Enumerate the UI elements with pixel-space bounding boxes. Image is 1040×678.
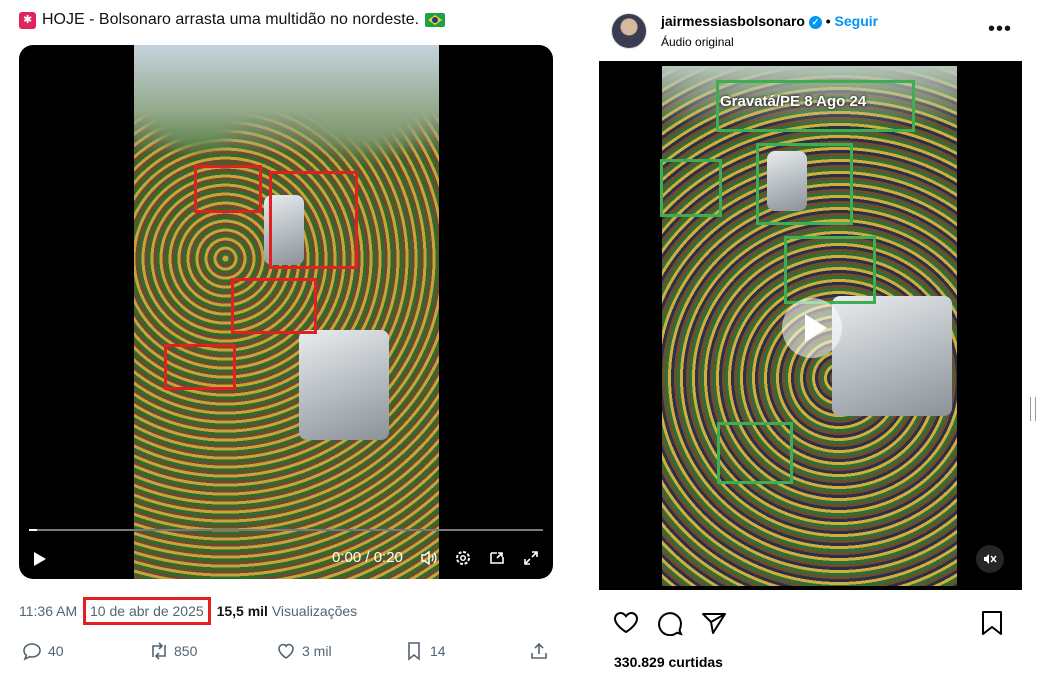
bookmark-button[interactable]: 14	[404, 641, 446, 661]
reply-count: 40	[48, 643, 64, 659]
verified-icon: ✓	[808, 16, 822, 29]
repost-button[interactable]: 850	[148, 641, 197, 661]
instagram-post: jairmessiasbolsonaro ✓ • Seguir Áudio or…	[599, 0, 1022, 678]
bookmark-count: 14	[430, 643, 446, 659]
repost-count: 850	[174, 643, 198, 659]
siren-icon	[19, 11, 36, 29]
reply-icon	[22, 641, 42, 661]
like-count: 3 mil	[302, 643, 332, 659]
highlight-box	[269, 171, 358, 269]
post-title: HOJE - Bolsonaro arrasta uma multidão no…	[19, 11, 446, 29]
reply-button[interactable]: 40	[22, 641, 64, 661]
ig-action-bar	[613, 610, 727, 641]
car-shape	[832, 296, 952, 416]
highlight-box	[784, 236, 876, 304]
highlight-box	[717, 422, 793, 484]
post-title-text: HOJE - Bolsonaro arrasta uma multidão no…	[42, 11, 420, 28]
post-date[interactable]: 10 de abr de 2025	[83, 597, 211, 625]
progress-fill	[29, 529, 37, 531]
highlight-box	[164, 344, 236, 390]
repost-icon	[148, 641, 168, 661]
brazil-flag-icon	[425, 13, 446, 27]
play-icon[interactable]	[782, 298, 842, 358]
video-controls: 0:00 / 0:20	[19, 539, 553, 579]
comment-icon[interactable]	[657, 610, 683, 641]
share-button[interactable]	[529, 641, 549, 661]
avatar[interactable]	[611, 13, 647, 49]
more-options-icon[interactable]: •••	[988, 18, 1012, 41]
video-time: 0:00 / 0:20	[332, 549, 403, 566]
separator-dot: •	[825, 13, 831, 29]
highlight-box	[716, 80, 915, 132]
like-button[interactable]: 3 mil	[276, 641, 332, 661]
ig-header-line: jairmessiasbolsonaro ✓ • Seguir	[661, 13, 878, 29]
splitter-handle[interactable]	[1030, 397, 1036, 421]
fullscreen-icon[interactable]	[521, 549, 541, 572]
audio-label[interactable]: Áudio original	[661, 35, 734, 49]
video-player[interactable]: 0:00 / 0:20	[19, 45, 553, 579]
save-icon[interactable]	[981, 610, 1003, 641]
highlight-box	[231, 278, 317, 334]
post-meta: 11:36 AM 10 de abr de 2025 15,5 mil Visu…	[19, 597, 357, 625]
heart-icon	[276, 641, 296, 661]
heart-icon[interactable]	[613, 611, 639, 640]
bookmark-icon	[404, 641, 424, 661]
share-icon[interactable]	[701, 611, 727, 640]
play-icon[interactable]	[34, 552, 46, 566]
ig-likes-count[interactable]: 330.829 curtidas	[614, 654, 723, 670]
ig-username[interactable]: jairmessiasbolsonaro	[661, 13, 805, 29]
share-icon	[529, 641, 549, 661]
muted-icon[interactable]	[976, 545, 1004, 573]
post-time[interactable]: 11:36 AM	[19, 603, 77, 619]
views-label: Visualizações	[271, 603, 358, 619]
settings-icon[interactable]	[453, 549, 473, 572]
ig-video-player[interactable]: Gravatá/PE 8 Ago 24	[599, 61, 1022, 590]
follow-button[interactable]: Seguir	[835, 13, 879, 29]
car-shape	[299, 330, 389, 440]
views-count: 15,5 mil	[216, 603, 268, 619]
highlight-box	[194, 165, 262, 213]
picture-in-picture-icon[interactable]	[487, 549, 507, 572]
progress-bar[interactable]	[29, 529, 543, 531]
volume-icon[interactable]	[419, 549, 439, 572]
highlight-box	[756, 143, 853, 225]
highlight-box	[660, 159, 722, 217]
